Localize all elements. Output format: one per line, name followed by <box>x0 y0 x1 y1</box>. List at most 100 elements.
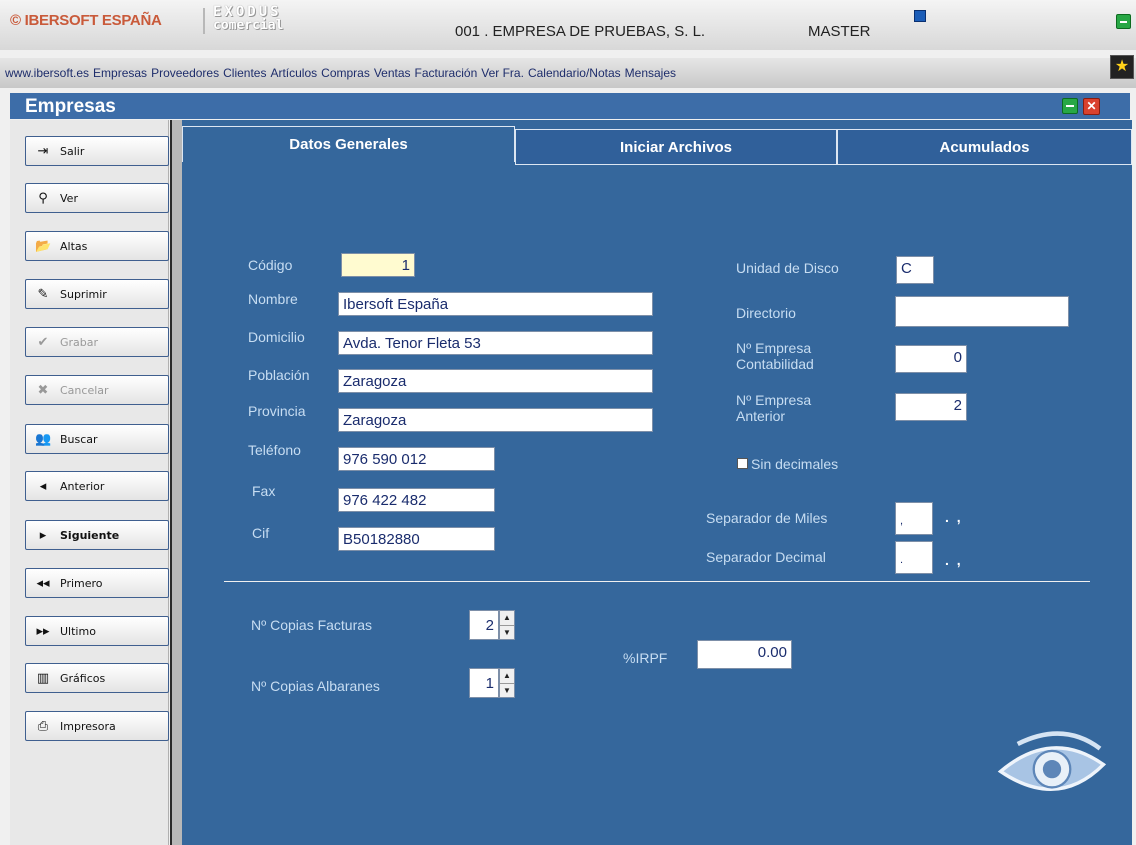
spinner-up-icon[interactable]: ▲ <box>500 611 514 626</box>
irpf-field[interactable]: 0.00 <box>697 640 792 669</box>
header-separator <box>203 8 205 34</box>
codigo-field[interactable]: 1 <box>341 253 415 277</box>
nombre-label: Nombre <box>248 291 298 307</box>
poblacion-field[interactable]: Zaragoza <box>338 369 653 393</box>
menu-item-facturaci-n[interactable]: Facturación <box>415 66 478 80</box>
open-folder-icon: 📂 <box>35 239 52 254</box>
cif-field[interactable]: B50182880 <box>338 527 495 551</box>
spinner-down-icon[interactable]: ▼ <box>500 684 514 698</box>
product-logo: EXODUS comercial <box>213 5 343 36</box>
window-minimize-icon[interactable] <box>1062 98 1078 114</box>
unidad-disco-label: Unidad de Disco <box>736 260 839 276</box>
sidebar-button-suprimir[interactable]: ✎ Suprimir <box>25 279 169 309</box>
sidebar-button-ultimo[interactable]: ▸▸ Ultimo <box>25 616 169 646</box>
app-minimize-icon[interactable] <box>1116 14 1131 29</box>
sidebar-button-label: Salir <box>60 145 85 158</box>
copias-facturas-field[interactable]: 2 <box>469 610 499 640</box>
sidebar-button-gr-ficos[interactable]: ▥ Gráficos <box>25 663 169 693</box>
eraser-icon: ✎ <box>37 287 49 302</box>
section-divider <box>224 581 1090 582</box>
sidebar-button-label: Anterior <box>60 480 105 493</box>
domicilio-field[interactable]: Avda. Tenor Fleta 53 <box>338 331 653 355</box>
tab-iniciar-archivos[interactable]: Iniciar Archivos <box>515 129 837 165</box>
sidebar-button-anterior[interactable]: ◂ Anterior <box>25 471 169 501</box>
menu-item-ventas[interactable]: Ventas <box>374 66 411 80</box>
sin-decimales-label: Sin decimales <box>751 456 839 472</box>
empresa-anterior-label: Nº Empresa Anterior <box>736 392 811 424</box>
menu-item-empresas[interactable]: Empresas <box>93 66 147 80</box>
menu-item-compras[interactable]: Compras <box>321 66 370 80</box>
arrow-right-icon: ▸ <box>39 528 47 543</box>
people-search-icon: 👥 <box>35 432 52 447</box>
codigo-label: Código <box>248 257 293 273</box>
menu-item-mensajes[interactable]: Mensajes <box>625 66 676 80</box>
separador-decimal-field[interactable]: . <box>895 541 933 574</box>
copias-facturas-label: Nº Copias Facturas <box>251 617 373 633</box>
copias-albaranes-label: Nº Copias Albaranes <box>251 678 380 694</box>
directorio-label: Directorio <box>736 305 796 321</box>
tab-acumulados[interactable]: Acumulados <box>837 129 1132 165</box>
menu-item-clientes[interactable]: Clientes <box>223 66 266 80</box>
sidebar-button-salir[interactable]: ⇥ Salir <box>25 136 169 166</box>
sidebar-button-label: Suprimir <box>60 288 107 301</box>
copias-facturas-spinner[interactable]: ▲ ▼ <box>499 610 515 640</box>
sidebar-button-buscar[interactable]: 👥 Buscar <box>25 424 169 454</box>
eye-logo-icon <box>997 731 1107 791</box>
empresa-contabilidad-label-line2: Contabilidad <box>736 356 814 372</box>
window-title: Empresas <box>25 96 116 117</box>
empresa-contabilidad-label: Nº Empresa Contabilidad <box>736 340 814 372</box>
menu-item-ver-fra[interactable]: Ver Fra. <box>481 66 524 80</box>
tab-label: Iniciar Archivos <box>620 139 732 156</box>
empresa-anterior-label-line2: Anterior <box>736 408 786 424</box>
sidebar-button-cancelar[interactable]: ✖ Cancelar <box>25 375 169 405</box>
user-name: MASTER <box>808 23 871 40</box>
provincia-label: Provincia <box>248 403 306 419</box>
menu-item-www-ibersoft-es[interactable]: www.ibersoft.es <box>5 66 89 80</box>
fax-field[interactable]: 976 422 482 <box>338 488 495 512</box>
app-header: © IBERSOFT ESPAÑA EXODUS comercial 001 .… <box>0 0 1136 50</box>
unidad-disco-field[interactable]: C <box>896 256 934 284</box>
window-title-bar: Empresas <box>10 93 1130 119</box>
copias-albaranes-spinner[interactable]: ▲ ▼ <box>499 668 515 698</box>
favorites-star-icon[interactable]: ★ <box>1110 55 1134 79</box>
sidebar-button-label: Cancelar <box>60 384 109 397</box>
fax-label: Fax <box>252 483 276 499</box>
cancel-x-icon: ✖ <box>37 383 49 398</box>
directorio-field[interactable] <box>895 296 1069 327</box>
sidebar-button-altas[interactable]: 📂 Altas <box>25 231 169 261</box>
separador-decimal-label: Separador Decimal <box>706 549 826 565</box>
exit-door-icon: ⇥ <box>37 144 49 159</box>
nombre-field[interactable]: Ibersoft España <box>338 292 653 316</box>
menu-items: www.ibersoft.es Empresas Proveedores Client… <box>5 66 680 80</box>
copias-albaranes-field[interactable]: 1 <box>469 668 499 698</box>
menu-item-calendario-notas[interactable]: Calendario/Notas <box>528 66 621 80</box>
sidebar-button-impresora[interactable]: ⎙ Impresora <box>25 711 169 741</box>
telefono-field[interactable]: 976 590 012 <box>338 447 495 471</box>
provincia-field[interactable]: Zaragoza <box>338 408 653 432</box>
tab-label: Datos Generales <box>289 136 408 153</box>
menu-item-art-culos[interactable]: Artículos <box>270 66 317 80</box>
bar-chart-icon: ▥ <box>36 671 50 686</box>
checkmark-icon: ✔ <box>37 335 49 350</box>
separador-decimal-hint: . , <box>945 552 963 568</box>
tab-label: Acumulados <box>939 139 1030 156</box>
spinner-down-icon[interactable]: ▼ <box>500 626 514 640</box>
sidebar-button-siguiente[interactable]: ▸ Siguiente <box>25 520 169 550</box>
separador-miles-label: Separador de Miles <box>706 510 828 526</box>
sin-decimales-checkbox[interactable] <box>737 458 748 469</box>
empresa-anterior-field[interactable]: 2 <box>895 393 967 421</box>
sidebar-button-label: Grabar <box>60 336 99 349</box>
sidebar-button-grabar[interactable]: ✔ Grabar <box>25 327 169 357</box>
double-arrow-right-icon: ▸▸ <box>36 624 50 639</box>
menu-item-proveedores[interactable]: Proveedores <box>151 66 219 80</box>
tab-datos-generales[interactable]: Datos Generales <box>182 126 515 162</box>
empresa-contabilidad-field[interactable]: 0 <box>895 345 967 373</box>
brand-logo: © IBERSOFT ESPAÑA <box>10 12 162 29</box>
window-close-icon[interactable]: ✕ <box>1083 98 1100 115</box>
separador-miles-field[interactable]: , <box>895 502 933 535</box>
sidebar-button-primero[interactable]: ◂◂ Primero <box>25 568 169 598</box>
magnifier-icon: ⚲ <box>38 191 48 206</box>
user-icon[interactable] <box>914 10 926 22</box>
sidebar-button-ver[interactable]: ⚲ Ver <box>25 183 169 213</box>
spinner-up-icon[interactable]: ▲ <box>500 669 514 684</box>
